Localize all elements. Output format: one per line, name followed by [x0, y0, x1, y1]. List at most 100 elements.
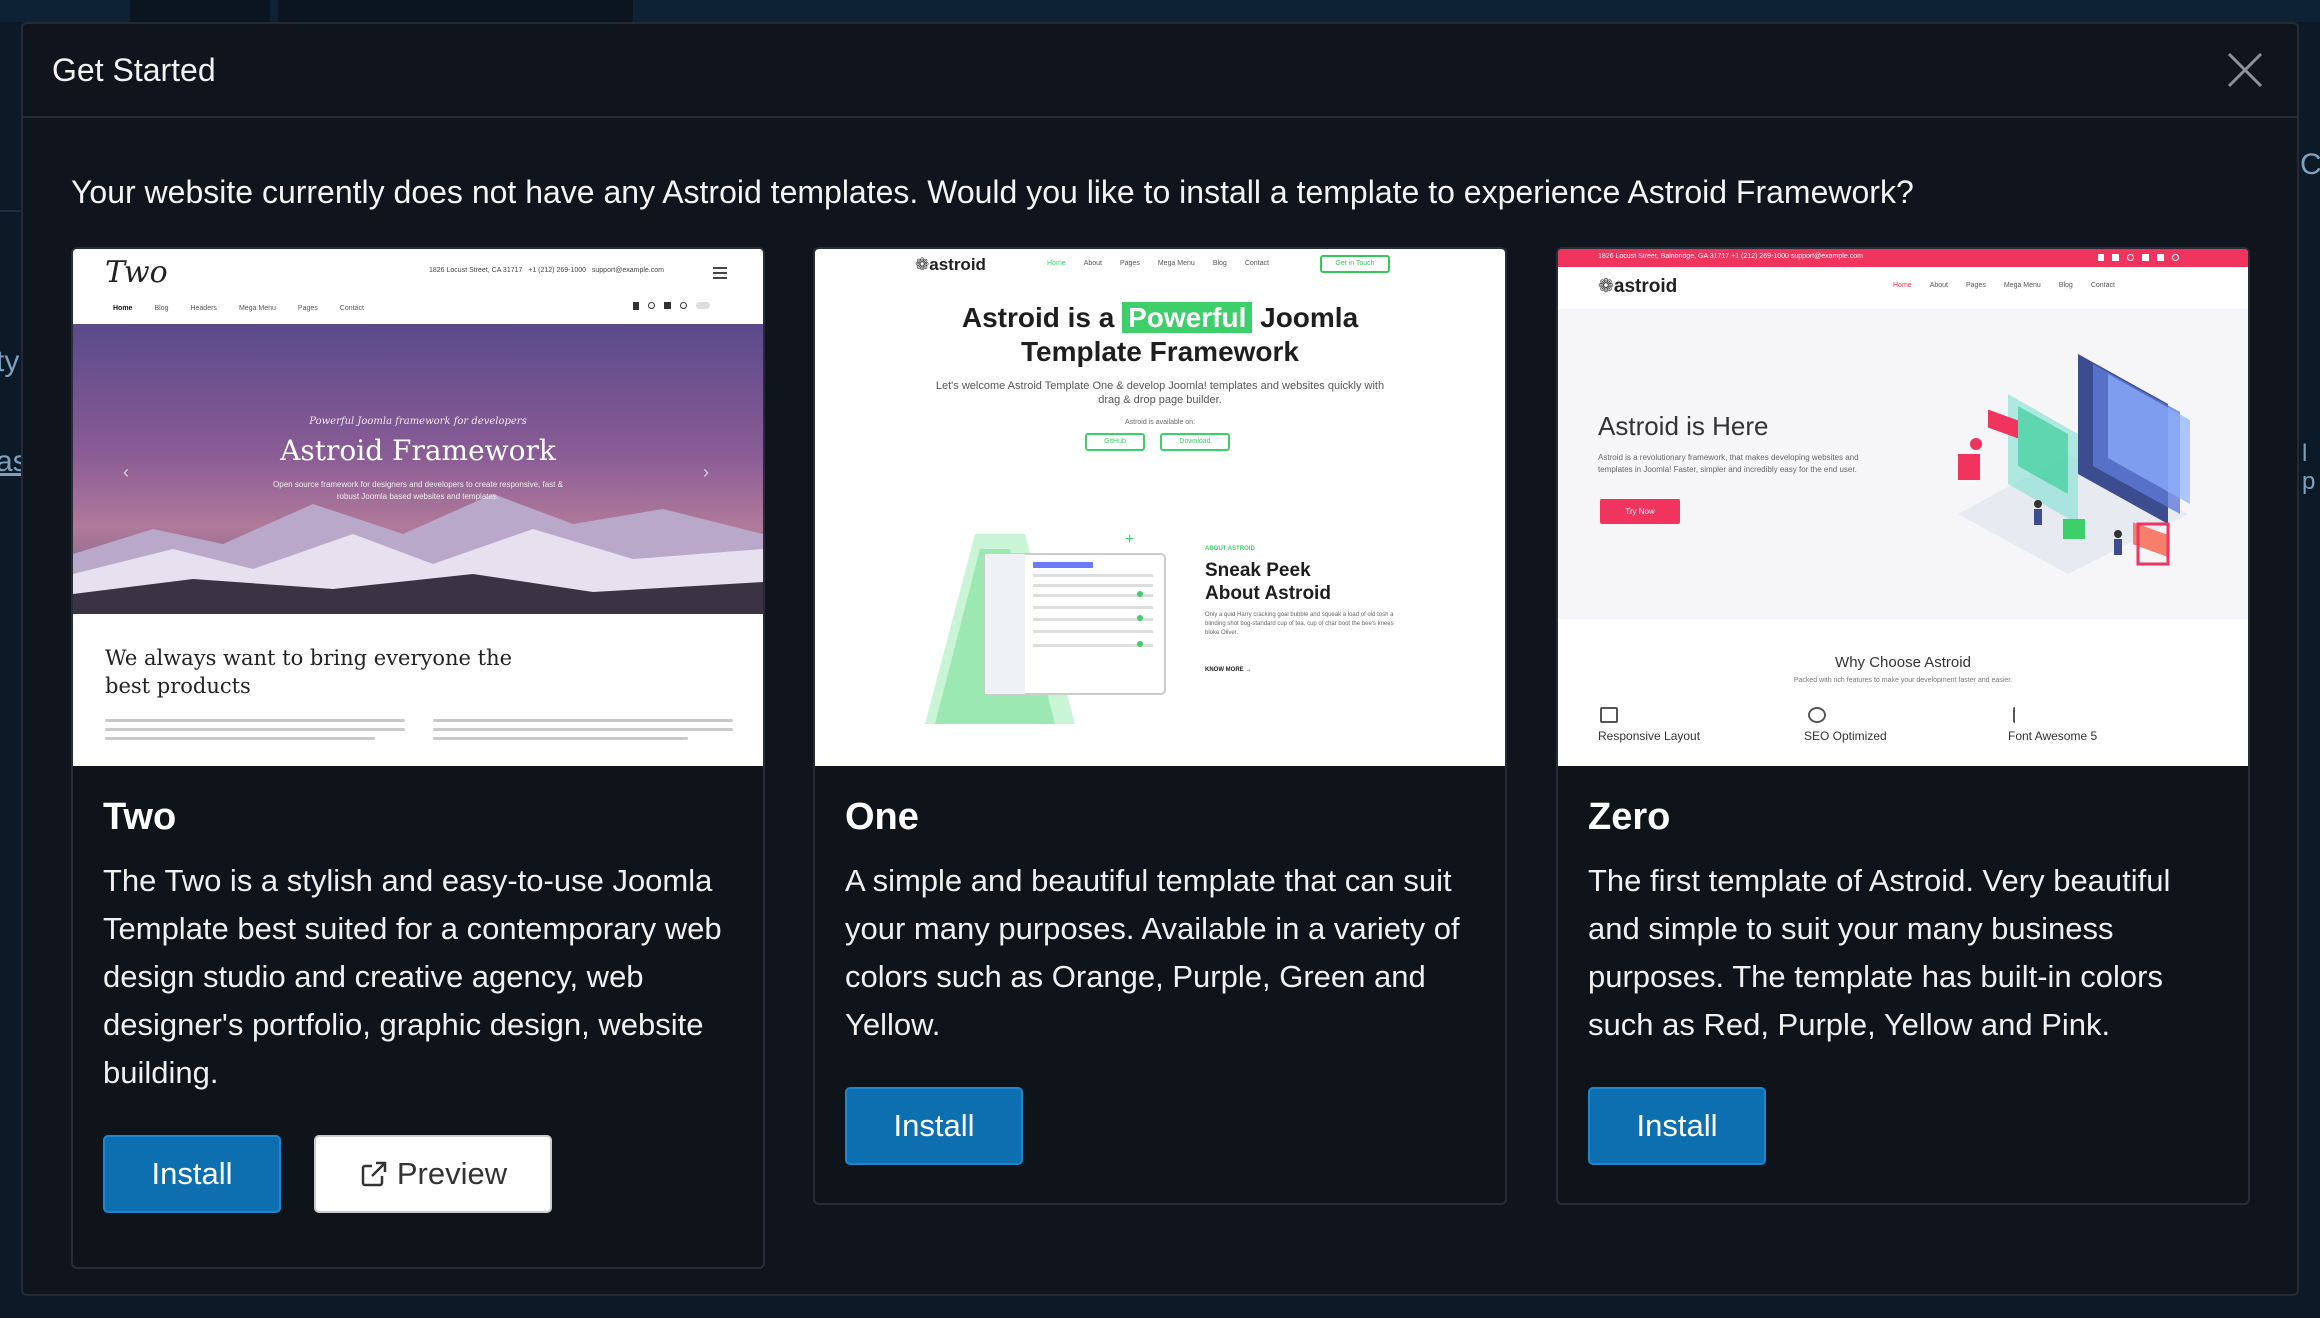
thumb-nav-menu: Home About Pages Mega Menu Blog Contact — [1893, 282, 2115, 289]
thumb-navbar: Two 1826 Locust Street, CA 31717 +1 (212… — [73, 249, 763, 324]
template-thumbnail-zero: 1826 Locust Street, Bainbridge, GA 31717… — [1558, 249, 2248, 766]
background-divider — [0, 210, 21, 212]
background-text: ty — [0, 345, 20, 378]
thumb-topbar-text: 1826 Locust Street, Bainbridge, GA 31717… — [1598, 253, 1863, 260]
thumb-text-lines — [105, 719, 405, 759]
thumb-peek-text: Only a quid Harry cracking goal bubble a… — [1205, 612, 1394, 636]
thumb-nav-item: Mega Menu — [1157, 260, 1195, 267]
svg-text:+: + — [1125, 534, 1134, 548]
thumb-nav-item: Home — [1047, 260, 1066, 267]
thumb-address: 1826 Locust Street, CA 31717 — [429, 267, 523, 274]
card-actions: Install — [1588, 1087, 2218, 1165]
thumb-nav-item: Mega Menu — [238, 305, 276, 312]
thumb-nav-item: Pages — [297, 305, 318, 312]
thumb-available-label: Astroid is available on: — [1124, 419, 1196, 426]
thumb-dashboard-illustration: + — [925, 534, 1166, 724]
thumb-nav-item: Blog — [1212, 260, 1227, 267]
background-tab — [278, 0, 633, 22]
thumb-nav-item: Blog — [2058, 282, 2073, 289]
get-started-modal: Get Started Your website currently does … — [21, 22, 2299, 1296]
modal-header: Get Started — [23, 24, 2297, 118]
template-description: A simple and beautiful template that can… — [845, 863, 1460, 1042]
thumb-hero-subtitle: Open source framework for designers and … — [273, 480, 563, 501]
template-description: The Two is a stylish and easy-to-use Joo… — [103, 863, 722, 1090]
thumb-nav-item: Contact — [1244, 260, 1269, 267]
thumb-nav-item: Blog — [154, 305, 169, 312]
thumb-hero-title: Astroid Framework — [280, 434, 556, 467]
template-title: Zero — [1588, 796, 1671, 838]
thumb-topbar: 1826 Locust Street, Bainbridge, GA 31717… — [1558, 249, 2248, 267]
template-card-zero: 1826 Locust Street, Bainbridge, GA 31717… — [1556, 247, 2250, 1205]
template-thumbnail-one: ❁astroid Home About Pages Mega Menu Blog… — [815, 249, 1505, 766]
close-icon — [2227, 52, 2263, 88]
thumb-title: Astroid is a Powerful Joomla Template Fr… — [961, 302, 1359, 367]
external-link-icon — [361, 1161, 387, 1187]
preview-button[interactable]: Preview — [314, 1135, 552, 1213]
preview-label: Preview — [396, 1156, 508, 1191]
hamburger-icon — [713, 267, 727, 279]
install-button[interactable]: Install — [1588, 1087, 1766, 1165]
chevron-left-icon: ‹ — [123, 462, 129, 482]
chevron-right-icon: › — [703, 462, 709, 482]
thumb-why-subtitle: Packed with rich features to make your d… — [1793, 677, 2013, 684]
background-text: l p — [2302, 440, 2316, 495]
thumb-about-label: ABOUT ASTROID — [1205, 546, 1255, 552]
thumb-nav-item: Pages — [1119, 260, 1140, 267]
background-tab — [130, 0, 270, 22]
thumb-feature: SEO Optimized — [1804, 729, 1887, 743]
close-button[interactable] — [2223, 48, 2267, 92]
thumb-text-lines — [433, 719, 733, 759]
thumb-logo-text: astroid — [929, 255, 986, 274]
thumb-nav-menu: Home About Pages Mega Menu Blog Contact — [1047, 260, 1269, 267]
modal-title: Get Started — [52, 52, 216, 88]
card-body: Zero The first template of Astroid. Very… — [1558, 766, 2248, 1165]
card-actions: Install Preview — [103, 1135, 733, 1213]
thumb-cta: Get in Touch — [1320, 255, 1390, 273]
thumb-nav-menu: Home Blog Headers Mega Menu Pages Contac… — [113, 305, 364, 312]
thumb-subtitle: Let's welcome Astroid Template One & dev… — [935, 380, 1385, 406]
thumb-isometric-illustration — [1958, 354, 2190, 574]
thumb-nav-item: Contact — [2090, 282, 2115, 289]
thumb-logo: ❁astroid — [1598, 276, 1678, 297]
thumb-why-title: Why Choose Astroid — [1835, 654, 1971, 671]
thumb-feature: Responsive Layout — [1598, 729, 1701, 743]
thumb-nav-item: Home — [1893, 282, 1912, 289]
template-thumbnail-two: Two 1826 Locust Street, CA 31717 +1 (212… — [73, 249, 763, 766]
thumb-logo: ❁astroid — [915, 255, 986, 274]
thumb-logo: Two — [105, 255, 168, 290]
responsive-icon — [1600, 707, 1618, 723]
thumb-phone: +1 (212) 269-1000 — [528, 267, 587, 274]
thumb-logo-text: astroid — [1613, 276, 1678, 297]
thumb-download-pill: Download — [1160, 433, 1230, 451]
background-text: Cle — [2300, 148, 2320, 181]
thumb-heading: We always want to bring everyone the bes… — [105, 646, 513, 698]
install-button[interactable]: Install — [103, 1135, 281, 1213]
thumb-peek-title: Sneak Peek About Astroid — [1205, 560, 1331, 604]
thumb-hero-script: Powerful Joomla framework for developers — [309, 416, 527, 427]
flag-icon — [2013, 707, 2031, 723]
thumb-nav-item: Home — [113, 305, 133, 312]
thumb-nav-item: Headers — [190, 305, 217, 312]
intro-text: Your website currently does not have any… — [71, 174, 1914, 210]
card-actions: Install — [845, 1087, 1475, 1165]
thumb-github-pill: GitHub — [1085, 433, 1145, 451]
thumb-nav-item: About — [1083, 260, 1102, 267]
install-button[interactable]: Install — [845, 1087, 1023, 1165]
thumb-hero: Powerful Joomla framework for developers… — [73, 324, 763, 614]
thumb-feature: Font Awesome 5 — [2008, 729, 2098, 743]
thumb-nav-item: Contact — [339, 305, 364, 312]
thumb-nav-item: About — [1929, 282, 1948, 289]
template-card-two: Two 1826 Locust Street, CA 31717 +1 (212… — [71, 247, 765, 1269]
template-card-one: ❁astroid Home About Pages Mega Menu Blog… — [813, 247, 1507, 1205]
thumb-subtitle: Astroid is a revolutionary framework, th… — [1598, 453, 1859, 474]
thumb-social-icons — [2098, 254, 2179, 261]
thumb-heading: Astroid is Here — [1598, 411, 1769, 441]
search-icon — [1808, 707, 1826, 723]
template-description: The first template of Astroid. Very beau… — [1588, 863, 2171, 1042]
card-body: One A simple and beautiful template that… — [815, 766, 1505, 1165]
thumb-nav-item: Pages — [1965, 282, 1986, 289]
thumb-social-icons — [633, 302, 710, 310]
template-title: One — [845, 796, 919, 838]
template-title: Two — [103, 796, 177, 838]
thumb-title-highlight: Powerful — [1122, 302, 1253, 333]
